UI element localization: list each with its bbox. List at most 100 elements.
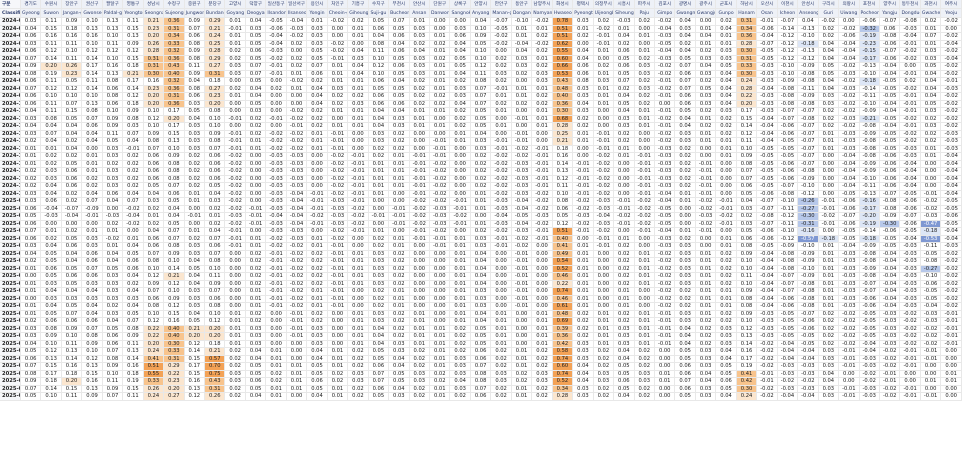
- table-cell: -0.01: [265, 295, 287, 303]
- table-cell: 0.02: [327, 100, 349, 108]
- table-cell: 0.16: [163, 317, 185, 326]
- table-cell: -0.04: [940, 190, 962, 198]
- table-cell: 0.02: [818, 317, 840, 326]
- table-cell: -0.01: [429, 145, 451, 153]
- table-row: 2025-05-190.030.090.100.080.060.090.220.…: [0, 332, 962, 341]
- table-cell: 0.08: [184, 85, 206, 93]
- table-cell: 0.07: [204, 250, 226, 258]
- table-cell: 0.01: [511, 85, 533, 93]
- table-cell: -0.01: [388, 220, 410, 228]
- table-cell: 0.06: [143, 242, 165, 251]
- table-cell: 0.01: [490, 92, 512, 101]
- table-cell: 0.08: [736, 160, 758, 168]
- table-cell: 0.02: [593, 362, 615, 371]
- table-cell: 0.03: [368, 265, 390, 273]
- table-cell: 0.02: [818, 32, 840, 41]
- table-cell: 0.01: [511, 362, 533, 371]
- table-cell: -0.02: [654, 137, 676, 146]
- table-cell: -0.13: [797, 25, 819, 33]
- row-date: 2024-12-30: [0, 190, 21, 198]
- table-cell: 0.00: [306, 175, 328, 183]
- column-header-ko: 중원구: [184, 0, 206, 9]
- table-cell: 0.09: [81, 340, 103, 348]
- table-cell: 0.03: [490, 370, 512, 378]
- table-cell: 0.01: [388, 167, 410, 176]
- table-cell: 0.05: [368, 355, 390, 363]
- table-cell: 0.03: [818, 92, 840, 101]
- table-cell: 0.04: [184, 272, 206, 281]
- table-cell: 0.06: [40, 317, 62, 326]
- table-cell: 0.01: [572, 25, 594, 33]
- row-date: 2024-07-15: [0, 17, 21, 26]
- table-cell: 0.01: [572, 250, 594, 258]
- table-cell: 0.16: [122, 362, 144, 371]
- table-cell: 0.06: [61, 317, 83, 326]
- table-cell: -0.03: [654, 55, 676, 63]
- table-cell: 0.12: [552, 175, 574, 183]
- table-cell: 0.04: [245, 85, 267, 93]
- table-cell: 0.06: [163, 190, 185, 198]
- table-cell: 0.07: [674, 62, 696, 71]
- table-cell: 0.00: [531, 250, 553, 258]
- table-cell: -0.08: [797, 280, 819, 288]
- column-header-en: Gunpo: [715, 8, 737, 18]
- table-cell: -0.05: [879, 145, 901, 153]
- table-cell: 0.28: [736, 85, 758, 93]
- table-cell: -0.04: [899, 160, 921, 168]
- table-cell: 0.01: [265, 385, 287, 393]
- table-cell: -0.03: [286, 160, 308, 168]
- table-cell: 0.03: [102, 310, 124, 318]
- table-cell: 0.00: [695, 242, 717, 251]
- table-cell: -0.01: [654, 340, 676, 348]
- table-cell: -0.02: [531, 17, 553, 26]
- table-cell: 0.04: [674, 47, 696, 56]
- table-cell: -0.03: [511, 227, 533, 236]
- table-cell: 0.43: [552, 77, 574, 86]
- table-cell: 0.52: [552, 377, 574, 386]
- column-header-en: Icheon: [777, 8, 799, 18]
- table-cell: 0.03: [306, 32, 328, 41]
- table-cell: -0.02: [429, 190, 451, 198]
- table-cell: -0.01: [634, 167, 656, 176]
- table-cell: 0.36: [163, 55, 185, 63]
- table-cell: 0.05: [613, 55, 635, 63]
- table-cell: 0.03: [715, 107, 737, 116]
- table-cell: 0.12: [736, 325, 758, 333]
- table-cell: -0.02: [838, 310, 860, 318]
- table-cell: -0.05: [859, 332, 880, 341]
- table-cell: -0.03: [899, 272, 921, 281]
- table-cell: -0.01: [899, 392, 921, 401]
- table-cell: -0.01: [511, 130, 533, 138]
- table-cell: 0.03: [511, 62, 533, 71]
- table-cell: -0.01: [511, 265, 533, 273]
- table-cell: 0.10: [81, 347, 103, 356]
- table-cell: 0.03: [674, 317, 696, 326]
- table-cell: 0.10: [143, 265, 165, 273]
- table-cell: 0.02: [224, 47, 246, 56]
- table-cell: 0.03: [184, 287, 206, 296]
- table-cell: 0.02: [634, 362, 656, 371]
- table-cell: -0.02: [224, 190, 246, 198]
- table-cell: 0.13: [102, 25, 124, 33]
- table-cell: 0.03: [613, 325, 635, 333]
- table-cell: 0.01: [81, 160, 103, 168]
- table-cell: 0.05: [245, 55, 267, 63]
- table-cell: 0.15: [184, 355, 206, 363]
- table-cell: -0.03: [838, 115, 860, 123]
- table-cell: -0.12: [777, 212, 799, 221]
- table-cell: 0.03: [102, 287, 124, 296]
- table-cell: 0.02: [674, 175, 696, 183]
- column-header-en: Osan: [756, 8, 778, 18]
- table-cell: 0.01: [818, 295, 840, 303]
- header-row-korean: 구분 경기도 수원시 장안구 권선구 팔달구 영통구 성남시 수정구 중원구 분당구 고양시 덕양구 일…: [0, 0, 962, 9]
- table-cell: -0.02: [572, 220, 594, 228]
- table-cell: 0.10: [61, 332, 83, 341]
- table-cell: 0.02: [736, 212, 758, 221]
- table-cell: 0.02: [490, 77, 512, 86]
- table-cell: -0.01: [572, 182, 594, 191]
- table-cell: 0.02: [593, 347, 615, 356]
- table-cell: 0.74: [552, 370, 574, 378]
- table-cell: 0.09: [736, 310, 758, 318]
- table-cell: -0.03: [859, 362, 880, 371]
- table-cell: 0.02: [490, 62, 512, 71]
